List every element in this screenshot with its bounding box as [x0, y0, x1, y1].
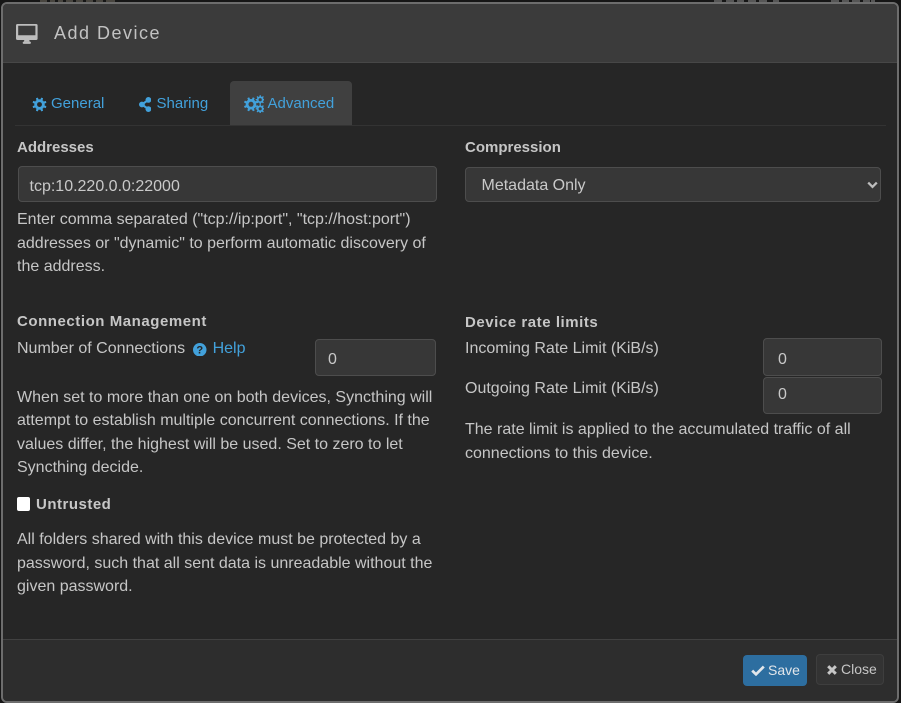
svg-text:?: ?	[196, 344, 203, 356]
